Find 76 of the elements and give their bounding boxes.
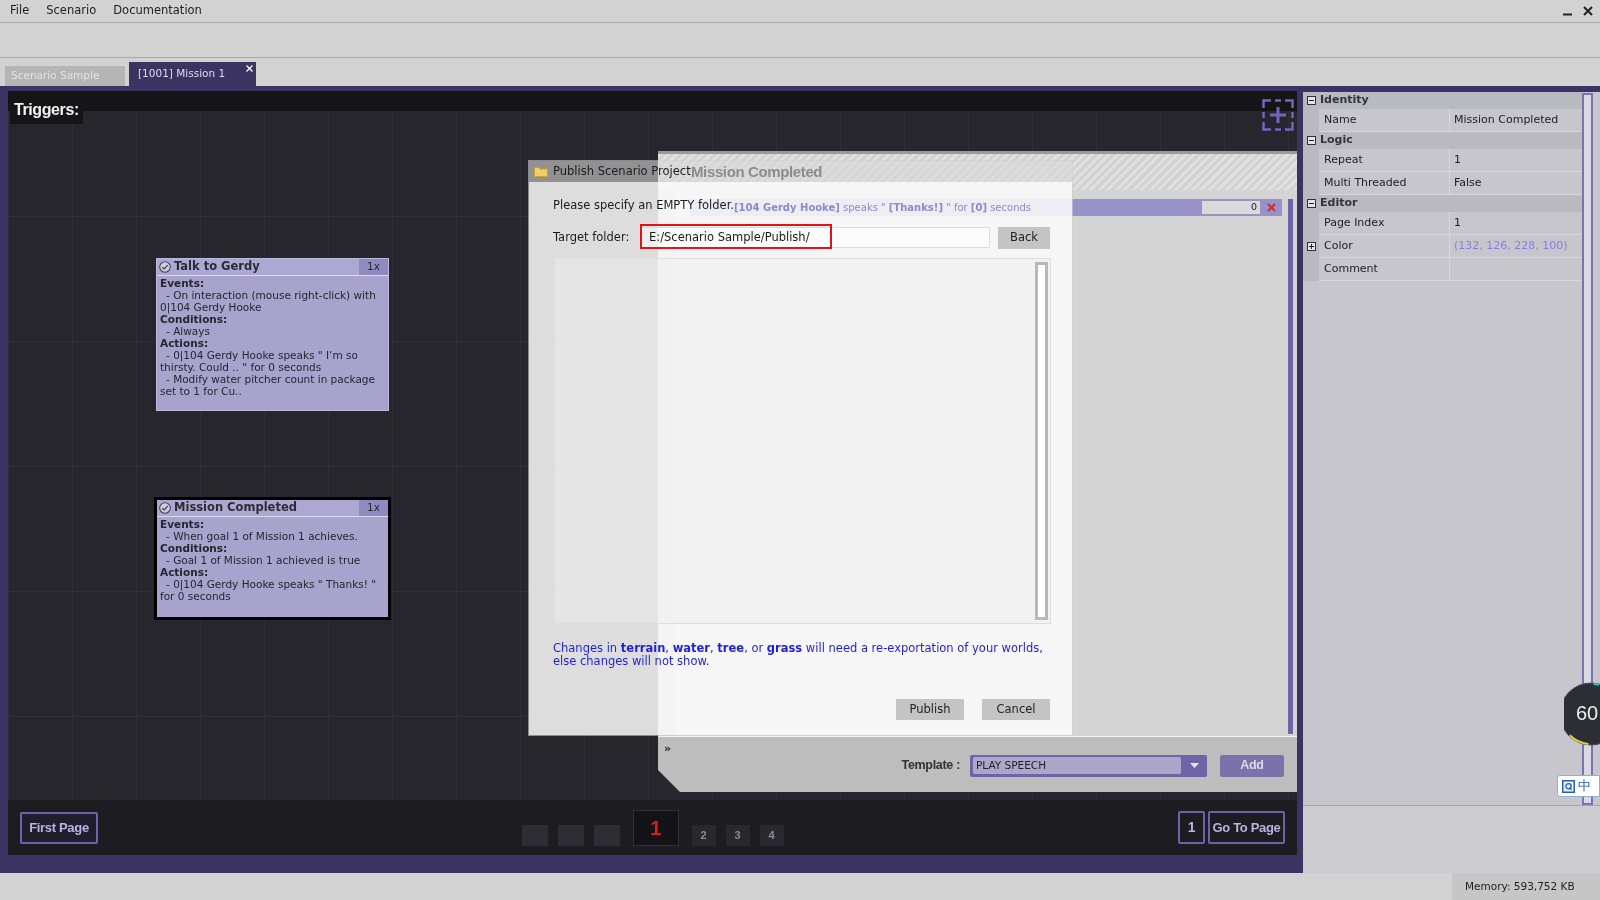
minus-box-icon[interactable] (1307, 96, 1316, 105)
property-name[interactable]: Comment (1319, 258, 1450, 281)
page-button[interactable]: 4 (759, 824, 784, 846)
section-heading: Conditions: (160, 542, 229, 554)
first-page-button[interactable]: First Page (20, 811, 98, 844)
section-heading: Events: (160, 277, 206, 289)
page-button[interactable]: 3 (725, 824, 750, 846)
section-heading: Conditions: (160, 313, 229, 325)
target-folder-label: Target folder: (553, 228, 631, 246)
category-label: Logic (1320, 132, 1353, 149)
property-name[interactable]: Multi Threaded (1319, 172, 1450, 195)
back-button[interactable]: Back (998, 226, 1050, 249)
trigger-line: - 0|104 Gerdy Hooke speaks " I’m so thirsty. Could .. " for 0 seconds (160, 349, 359, 373)
check-circle-icon (159, 502, 171, 514)
property-value[interactable]: Mission Completed (1450, 109, 1582, 132)
menu-item[interactable]: Documentation (113, 2, 202, 20)
property-name[interactable]: Name (1319, 109, 1450, 132)
scrollbar[interactable] (1035, 262, 1048, 620)
tab[interactable]: [1001] Mission 1 (129, 62, 256, 86)
trigger-line: - Always (165, 325, 211, 337)
category-label: Editor (1320, 195, 1358, 212)
ime-mode: 中 (1578, 777, 1591, 796)
trigger-line: - On interaction (mouse right-click) with 0|104 Gerdy Hooke (160, 289, 377, 313)
menu-item[interactable]: File (10, 2, 30, 20)
export-note: Changes in terrain, water, tree, or grass will need a re-exportation of your worlds, else changes will not show. (553, 642, 1044, 668)
page-button[interactable]: 2 (691, 824, 716, 846)
ime-indicator[interactable]: 中 (1557, 775, 1600, 797)
check-circle-icon (159, 261, 171, 273)
section-heading: Events: (160, 518, 206, 530)
property-value[interactable]: False (1450, 172, 1582, 195)
panel-title: Mission Completed (691, 161, 823, 182)
expander-toggle[interactable]: » (664, 741, 672, 758)
template-value: PLAY SPEECH (973, 757, 1181, 774)
menu-item[interactable]: Scenario (46, 2, 97, 20)
fps-value: 60 (1576, 701, 1599, 725)
target-folder-field[interactable]: E:/Scenario Sample/Publish/ (641, 227, 991, 248)
action-value-field[interactable]: 0 (1202, 201, 1260, 214)
instruction-text: Please specify an EMPTY folder. (553, 198, 734, 212)
add-icon[interactable] (1262, 99, 1294, 131)
trigger-line: - 0|104 Gerdy Hooke speaks " Thanks! " for 0 seconds (160, 578, 378, 602)
close-icon[interactable] (1583, 6, 1593, 16)
trigger-card[interactable]: Mission Completed 1x Events: - When goal 1 of Mission 1 achieves. Conditions: - Goal 1 of Mission 1 achieved is true Actions: - 0|104 Gerdy Hooke speaks " Thanks! " for 0 seconds (154, 497, 391, 620)
dialog-button[interactable]: Publish (896, 699, 964, 720)
category-label: Identity (1320, 92, 1369, 109)
property-name[interactable]: Repeat (1319, 149, 1450, 172)
page-button[interactable]: 1 (632, 809, 679, 846)
dialog-button[interactable]: Cancel (982, 699, 1050, 720)
minus-box-icon[interactable] (1307, 199, 1316, 208)
section-heading: Actions: (160, 566, 210, 578)
repeat-count: 1x (359, 259, 388, 275)
dialog-title: Publish Scenario Project (553, 162, 691, 180)
section-heading: Actions: (160, 337, 210, 349)
page-number-field[interactable]: 1 (1178, 811, 1205, 844)
memory-status: Memory: 593,752 KB (1452, 873, 1600, 900)
trigger-line: - Goal 1 of Mission 1 achieved is true (165, 554, 362, 566)
square-icon (1562, 779, 1575, 793)
trigger-card[interactable] (156, 258, 389, 411)
trigger-line: - When goal 1 of Mission 1 achieves. (165, 530, 359, 542)
trigger-line: - Modify water pitcher count in package set to 1 for Cu.. (160, 373, 376, 397)
plus-box-icon[interactable] (1306, 242, 1316, 251)
action-text: [104 Gerdy Hooke] speaks " [Thanks!] " for [0] seconds (734, 201, 1032, 215)
scrollbar[interactable] (1288, 199, 1293, 734)
gauge-dial-drawing (1564, 682, 1600, 746)
property-value[interactable]: 1 (1450, 149, 1582, 172)
repeat-count: 1x (359, 500, 388, 516)
minus-box-icon[interactable] (1307, 136, 1316, 145)
card-title: Talk to Gerdy (174, 258, 260, 276)
property-name[interactable]: Page Index (1319, 212, 1450, 235)
property-name[interactable]: Color (1319, 235, 1450, 258)
caret-icon (1190, 763, 1199, 768)
folder-icon (534, 166, 548, 177)
template-label: Template : (901, 757, 960, 775)
template-select[interactable]: PLAY SPEECH (970, 754, 1207, 777)
property-value[interactable]: 1 (1450, 212, 1582, 235)
go-to-page-button[interactable]: Go To Page (1208, 811, 1285, 844)
card-title: Mission Completed (174, 499, 297, 517)
